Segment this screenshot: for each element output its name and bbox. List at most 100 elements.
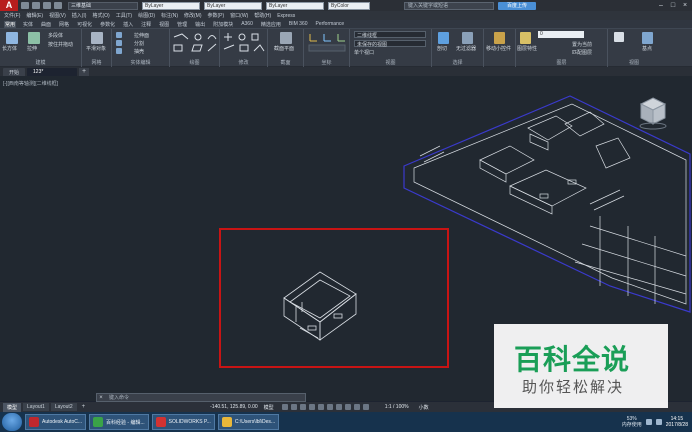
set-current-item[interactable]: 置为当前 [572, 41, 592, 48]
new-file-icon[interactable] [21, 2, 29, 9]
network-icon[interactable] [645, 419, 652, 425]
file-tab-current[interactable]: 123* [27, 68, 78, 76]
named-view-dropdown[interactable]: 未保存的视图 [354, 40, 426, 48]
shell-item[interactable]: 抽壳 [134, 48, 144, 55]
tab-a360[interactable]: A360 [240, 21, 254, 27]
culling-icon[interactable] [438, 32, 449, 44]
tab-view[interactable]: 视图 [158, 21, 170, 28]
subtract-icon[interactable] [116, 40, 122, 46]
current-layer-dropdown[interactable]: 0 [538, 31, 584, 38]
add-layout-button[interactable]: + [79, 404, 89, 410]
separate-item[interactable]: 分割 [134, 40, 144, 47]
tab-home[interactable]: 常用 [4, 20, 17, 28]
taskbar-item-autocad[interactable]: Autodesk AutoC... [25, 414, 87, 430]
taskbar-item-solidworks[interactable]: SOLIDWORKS P... [151, 414, 215, 430]
box-icon[interactable] [6, 32, 18, 44]
layer-properties-icon[interactable] [520, 32, 531, 44]
close-command-line-icon[interactable]: × [97, 395, 105, 401]
layer-dropdown-3[interactable]: ByLayer [266, 1, 324, 10]
ucs-tools-icons[interactable] [304, 31, 350, 59]
menu-view[interactable]: 视图(V) [49, 12, 66, 19]
tab-mesh[interactable]: 网格 [58, 21, 70, 28]
selection-cycling-icon[interactable] [353, 404, 360, 410]
extrude-icon[interactable] [28, 32, 40, 44]
menu-draw[interactable]: 绘图(D) [138, 12, 155, 19]
maximize-icon[interactable]: □ [669, 2, 677, 9]
section-plane-icon[interactable] [280, 32, 292, 44]
modify-tools-icons[interactable] [220, 31, 268, 59]
tab-output[interactable]: 输出 [194, 21, 206, 28]
tab-annotate[interactable]: 注释 [140, 21, 152, 28]
tab-addins[interactable]: 附加模块 [212, 21, 234, 28]
presspull-item[interactable]: 按住并拖动 [48, 41, 73, 48]
menu-insert[interactable]: 插入(I) [72, 12, 87, 19]
ortho-icon[interactable] [299, 404, 306, 410]
tab-performance[interactable]: Performance [315, 21, 346, 27]
command-line[interactable]: × 键入命令 [96, 393, 306, 402]
menu-modify[interactable]: 修改(M) [184, 12, 202, 19]
tab-bim360[interactable]: BIM 360 [288, 21, 309, 27]
otrack-icon[interactable] [326, 404, 333, 410]
extrude-face-item[interactable]: 拉伸面 [134, 32, 149, 39]
transparency-icon[interactable] [344, 404, 351, 410]
save-file-icon[interactable] [43, 2, 51, 9]
minimize-icon[interactable]: – [657, 2, 665, 9]
layer-dropdown-1[interactable]: ByLayer [142, 1, 200, 10]
sun-icon[interactable] [614, 32, 624, 42]
menu-express[interactable]: Express [277, 13, 295, 19]
tab-visualize[interactable]: 可视化 [76, 21, 93, 28]
gizmo-icon[interactable] [362, 404, 369, 410]
view-cube[interactable] [638, 96, 668, 130]
taskbar-item-browser[interactable]: 百科经验 - 编辑... [89, 414, 149, 430]
menu-parametric[interactable]: 参数(P) [208, 12, 225, 19]
tab-manage[interactable]: 管理 [176, 21, 188, 28]
login-button[interactable]: 百度上传 [498, 1, 536, 10]
command-input[interactable]: 键入命令 [105, 394, 129, 401]
layout-tab-layout1[interactable]: Layout1 [23, 403, 49, 411]
menu-dimension[interactable]: 标注(N) [161, 12, 178, 19]
start-button[interactable] [2, 413, 22, 431]
union-icon[interactable] [116, 32, 122, 38]
tab-solid[interactable]: 实体 [22, 21, 34, 28]
open-file-icon[interactable] [32, 2, 40, 9]
visual-style-dropdown[interactable]: 二维线框 [354, 31, 426, 39]
menu-help[interactable]: 帮助(H) [254, 12, 271, 19]
smooth-object-icon[interactable] [91, 32, 103, 44]
system-clock[interactable]: 14:15 2017/8/28 [666, 416, 688, 428]
menu-file[interactable]: 文件(F) [4, 12, 20, 19]
tab-surface[interactable]: 曲面 [40, 21, 52, 28]
tab-featured-apps[interactable]: 精选应用 [260, 21, 282, 28]
file-tab-start[interactable]: 开始 [3, 68, 26, 76]
lineweight-icon[interactable] [335, 404, 342, 410]
menu-edit[interactable]: 编辑(E) [26, 12, 43, 19]
viewport-config-item[interactable]: 单个视口 [354, 49, 374, 56]
no-filter-icon[interactable] [462, 32, 473, 44]
search-input[interactable]: 键入关键字或短语 [404, 1, 494, 10]
tab-parametric[interactable]: 参数化 [99, 21, 116, 28]
base-point-icon[interactable] [642, 32, 653, 44]
match-layer-item[interactable]: 匹配图层 [572, 49, 592, 56]
menu-window[interactable]: 窗口(W) [230, 12, 248, 19]
volume-icon[interactable] [655, 419, 662, 425]
grid-icon[interactable] [281, 404, 288, 410]
autocad-logo[interactable]: A [0, 0, 18, 11]
workspace-dropdown[interactable]: 三维基础 [68, 1, 138, 10]
layer-dropdown-2[interactable]: ByLayer [204, 1, 262, 10]
intersect-icon[interactable] [116, 48, 122, 54]
polar-icon[interactable] [308, 404, 315, 410]
close-icon[interactable]: × [681, 2, 689, 9]
polysolid-item[interactable]: 多段体 [48, 32, 63, 39]
undo-icon[interactable] [54, 2, 62, 9]
annotation-scale[interactable]: 1:1 / 100% [385, 404, 409, 410]
menu-format[interactable]: 格式(O) [92, 12, 109, 19]
osnap-icon[interactable] [317, 404, 324, 410]
layout-tab-layout2[interactable]: Layout2 [50, 403, 77, 411]
draw-tools-icons[interactable] [170, 31, 220, 59]
memory-usage[interactable]: 53% 内存使用 [622, 416, 642, 428]
new-file-tab-button[interactable]: + [79, 68, 90, 76]
menu-tools[interactable]: 工具(T) [116, 12, 132, 19]
move-gizmo-icon[interactable] [494, 32, 505, 44]
tab-insert[interactable]: 插入 [122, 21, 134, 28]
taskbar-item-explorer[interactable]: C:\Users\lbl\Des... [217, 414, 280, 430]
color-dropdown[interactable]: ByColor [328, 1, 370, 10]
